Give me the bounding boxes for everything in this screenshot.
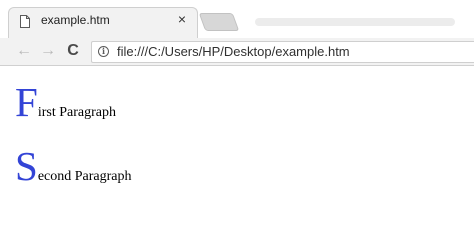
- tab-strip: example.htm ×: [0, 0, 474, 38]
- dropcap-letter: S: [15, 143, 38, 189]
- reload-icon[interactable]: C: [64, 42, 82, 60]
- paragraph-second: Second Paragraph: [15, 143, 132, 189]
- tab-title: example.htm: [41, 13, 110, 27]
- paragraph-text: irst Paragraph: [37, 105, 116, 120]
- browser-window: example.htm × ← → C i file:///C:/Users/H…: [0, 0, 474, 210]
- paragraph-text: econd Paragraph: [37, 169, 132, 184]
- paragraph-first: First Paragraph: [15, 79, 116, 125]
- info-icon[interactable]: i: [98, 46, 109, 57]
- blurred-area: [255, 18, 455, 26]
- close-icon[interactable]: ×: [175, 12, 189, 26]
- new-tab-button[interactable]: [198, 13, 240, 31]
- back-icon[interactable]: ←: [15, 42, 33, 60]
- dropcap-letter: F: [15, 79, 38, 125]
- page-icon: [20, 15, 30, 28]
- forward-icon[interactable]: →: [39, 42, 57, 60]
- url-text[interactable]: file:///C:/Users/HP/Desktop/example.htm: [117, 43, 350, 60]
